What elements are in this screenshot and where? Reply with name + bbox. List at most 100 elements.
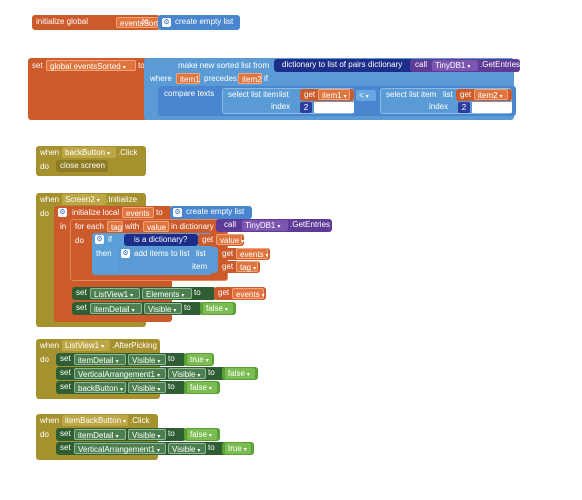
component-dropdown[interactable]: itemDetail ▾	[74, 354, 126, 365]
tag-param[interactable]: tag	[107, 221, 123, 232]
is-dictionary-block[interactable]: is a dictionary?	[124, 234, 198, 246]
set-label: set	[60, 443, 71, 452]
false-value-block[interactable]: false ▾	[200, 302, 236, 315]
component-dropdown[interactable]: VerticalArrangement1 ▾	[74, 368, 166, 379]
gear-icon[interactable]: ⚙	[173, 208, 182, 217]
close-screen-block[interactable]: close screen	[56, 160, 108, 172]
set-global-block[interactable]: set global eventsSorted ▾ to	[28, 58, 148, 120]
set-row-4[interactable]: set itemDetail ▾ Visible ▾ to	[56, 428, 186, 441]
property-dropdown[interactable]: Visible ▾	[128, 429, 166, 440]
tag-dropdown[interactable]: tag ▾	[236, 261, 258, 272]
property-dropdown[interactable]: Visible ▾	[168, 443, 206, 454]
get-value-block[interactable]: get value ▾	[198, 234, 244, 246]
elements-dropdown[interactable]: Elements ▾	[142, 288, 192, 299]
bool-dropdown[interactable]: false ▾	[187, 382, 217, 393]
where-label: where	[150, 74, 172, 83]
listview1-dropdown[interactable]: ListView1 ▾	[90, 288, 140, 299]
getentries-label: .GetEntries	[480, 60, 521, 69]
list-label: list	[279, 90, 289, 99]
get-tag-block[interactable]: get tag ▾	[218, 261, 260, 273]
bool-dropdown[interactable]: true ▾	[225, 443, 251, 454]
bool-dropdown[interactable]: true ▾	[187, 354, 212, 365]
tinydb-getentries-block[interactable]: call TinyDB1 ▾ .GetEntries	[410, 59, 520, 72]
get-item2-block[interactable]: get item2 ▾	[456, 89, 512, 101]
tinydb-dropdown[interactable]: TinyDB1 ▾	[242, 220, 288, 231]
item-label: item	[192, 262, 208, 271]
property-dropdown[interactable]: Visible ▾	[128, 354, 166, 365]
visible-dropdown[interactable]: Visible ▾	[144, 303, 182, 314]
to-label: to	[184, 303, 191, 312]
tinydb-dropdown[interactable]: TinyDB1 ▾	[432, 60, 478, 71]
index-number-1[interactable]: 2	[300, 102, 312, 113]
create-empty-list-block-2[interactable]: ⚙ create empty list	[170, 206, 252, 219]
set-itemdetail-visible-block[interactable]: set itemDetail ▾ Visible ▾ to	[72, 302, 202, 315]
to-label: to	[208, 443, 215, 452]
set-row-1[interactable]: set itemDetail ▾ Visible ▾ to	[56, 353, 186, 366]
create-empty-list-label: create empty list	[175, 17, 234, 26]
index-input-1[interactable]	[314, 102, 354, 113]
events-dropdown[interactable]: events ▾	[236, 248, 269, 259]
item2-dropdown[interactable]: item2 ▾	[474, 89, 508, 100]
dict-to-pairs-block[interactable]: dictionary to list of pairs dictionary	[274, 59, 414, 72]
component-dropdown[interactable]: VerticalArrangement1 ▾	[74, 443, 166, 454]
property-dropdown[interactable]: Visible ▾	[168, 368, 206, 379]
lt-dropdown[interactable]: < ▾	[356, 90, 376, 101]
value-param[interactable]: value	[143, 221, 169, 232]
listview1-dropdown[interactable]: ListView1 ▾	[62, 340, 110, 351]
init-local-label: initialize local	[72, 208, 120, 217]
create-empty-list-block[interactable]: ⚙ create empty list	[158, 15, 240, 30]
gear-icon[interactable]: ⚙	[162, 18, 171, 27]
local-events-field[interactable]: events	[122, 207, 154, 218]
list-label: list	[196, 249, 206, 258]
bool-value-4[interactable]: false ▾	[184, 428, 220, 441]
property-dropdown[interactable]: Visible ▾	[128, 382, 166, 393]
value-dropdown[interactable]: value ▾	[216, 234, 244, 245]
set-row-3[interactable]: set backButton ▾ Visible ▾ to	[56, 381, 186, 394]
itemdetail-dropdown[interactable]: itemDetail ▾	[90, 303, 142, 314]
item1-param[interactable]: item1	[176, 73, 200, 84]
make-sorted-label: make new sorted list from	[178, 61, 270, 70]
gear-icon[interactable]: ⚙	[58, 208, 67, 217]
bool-value-3[interactable]: false ▾	[184, 381, 220, 394]
backbutton-dropdown[interactable]: backButton ▾	[62, 147, 116, 158]
bool-value-1[interactable]: true ▾	[184, 353, 214, 366]
set-row-5[interactable]: set VerticalArrangement1 ▾ Visible ▾ to	[56, 442, 226, 455]
index-input-2[interactable]	[472, 102, 512, 113]
tinydb-getentries-block-2[interactable]: call TinyDB1 ▾ .GetEntries	[216, 219, 332, 232]
component-dropdown[interactable]: backButton ▾	[74, 382, 126, 393]
get-item1-block[interactable]: get item1 ▾	[300, 89, 354, 101]
component-dropdown[interactable]: itemDetail ▾	[74, 429, 126, 440]
bool-dropdown[interactable]: false ▾	[225, 368, 255, 379]
create-empty-list-label: create empty list	[186, 207, 245, 216]
itembackbutton-dropdown[interactable]: itemBackButton ▾	[62, 415, 128, 426]
click-event-label: .Click	[130, 416, 150, 425]
list-label: list	[443, 90, 453, 99]
set-row-2[interactable]: set VerticalArrangement1 ▾ Visible ▾ to	[56, 367, 226, 380]
item2-param[interactable]: item2	[238, 73, 262, 84]
false-dropdown[interactable]: false ▾	[203, 303, 233, 314]
call-label: call	[224, 220, 237, 229]
to-label: to	[142, 17, 149, 26]
bool-value-5[interactable]: true ▾	[222, 442, 254, 455]
global-var-dropdown[interactable]: global eventsSorted ▾	[46, 60, 136, 71]
init-global-block[interactable]: initialize global eventsSorted to	[32, 15, 172, 30]
get-events-block-2[interactable]: get events ▾	[214, 287, 266, 300]
if-label: if	[108, 235, 112, 244]
do-label: do	[75, 236, 84, 245]
click-event-label: .Click	[118, 148, 138, 157]
lt-operator[interactable]: < ▾	[354, 89, 378, 102]
get-events-block[interactable]: get events ▾	[218, 248, 270, 260]
to-label: to	[208, 368, 215, 377]
set-listview-elements-block[interactable]: set ListView1 ▾ Elements ▾ to	[72, 287, 216, 300]
to-label: to	[194, 288, 201, 297]
bool-value-2[interactable]: false ▾	[222, 367, 258, 380]
gear-icon[interactable]: ⚙	[121, 249, 130, 258]
add-items-block[interactable]: ⚙ add items to list list item	[118, 247, 218, 273]
gear-icon[interactable]: ⚙	[95, 235, 104, 244]
events-dropdown[interactable]: events ▾	[232, 288, 265, 299]
screen2-dropdown[interactable]: Screen2 ▾	[62, 194, 106, 205]
close-screen-label: close screen	[60, 161, 105, 170]
bool-dropdown[interactable]: false ▾	[187, 429, 217, 440]
index-number-2[interactable]: 2	[458, 102, 470, 113]
item1-dropdown[interactable]: item1 ▾	[318, 89, 350, 100]
